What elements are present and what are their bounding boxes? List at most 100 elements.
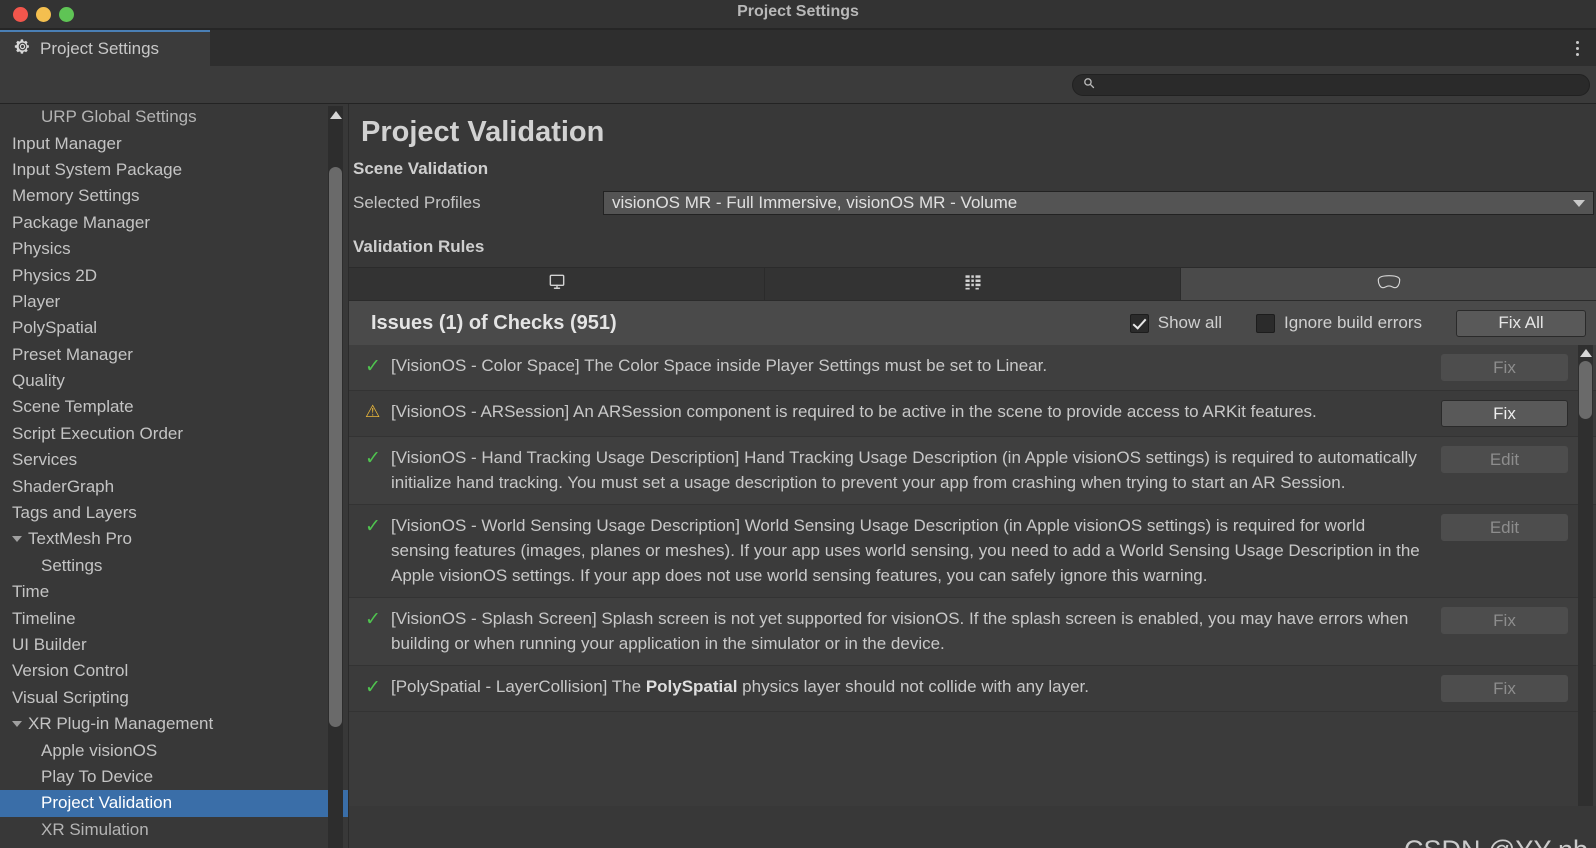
sidebar-item-settings[interactable]: Settings <box>0 553 348 579</box>
sidebar-item-physics[interactable]: Physics <box>0 236 348 262</box>
sidebar-scrollbar[interactable] <box>328 106 343 848</box>
fix-button: Fix <box>1441 675 1568 702</box>
sidebar-item-player[interactable]: Player <box>0 289 348 315</box>
sidebar-item-label: Services <box>12 450 77 470</box>
ignore-build-errors-checkbox[interactable] <box>1256 314 1275 333</box>
sidebar-item-preset-manager[interactable]: Preset Manager <box>0 342 348 368</box>
sidebar-item-services[interactable]: Services <box>0 447 348 473</box>
sidebar-item-label: URP Global Settings <box>12 107 197 127</box>
yellow-warning-triangle-icon: ⚠ <box>365 400 391 422</box>
sidebar-item-scene-template[interactable]: Scene Template <box>0 394 348 420</box>
sidebar-item-label: Package Manager <box>12 213 150 233</box>
tabstrip-filler <box>210 30 1596 66</box>
sidebar-item-label: Script Execution Order <box>12 424 183 444</box>
sidebar-item-project-validation[interactable]: Project Validation <box>0 790 348 816</box>
sidebar-item-script-execution-order[interactable]: Script Execution Order <box>0 421 348 447</box>
sidebar-item-physics-2d[interactable]: Physics 2D <box>0 262 348 288</box>
issue-row[interactable]: ✓[PolySpatial - LayerCollision] The Poly… <box>349 666 1596 712</box>
sidebar-item-label: Settings <box>12 556 102 576</box>
android-build-icon <box>963 272 983 297</box>
sidebar-item-version-control[interactable]: Version Control <box>0 658 348 684</box>
window-title: Project Settings <box>0 3 1596 21</box>
sidebar-item-time[interactable]: Time <box>0 579 348 605</box>
sidebar-item-xr-plug-in-management[interactable]: XR Plug-in Management <box>0 711 348 737</box>
platform-tab-android[interactable] <box>765 268 1181 300</box>
sidebar-item-tags-and-layers[interactable]: Tags and Layers <box>0 500 348 526</box>
sidebar-item-label: Time <box>12 582 49 602</box>
sidebar-item-label: Version Control <box>12 661 128 681</box>
project-validation-panel: Project Validation Scene Validation Sele… <box>348 104 1596 848</box>
platform-tab-standalone[interactable] <box>349 268 765 300</box>
issue-row[interactable]: ✓[VisionOS - Color Space] The Color Spac… <box>349 345 1596 391</box>
search-input[interactable] <box>1101 77 1579 92</box>
fix-button: Fix <box>1441 354 1568 381</box>
issue-row[interactable]: ✓[VisionOS - Splash Screen] Splash scree… <box>349 598 1596 666</box>
monitor-icon <box>547 272 567 297</box>
editor-tabstrip: Project Settings <box>0 28 1596 66</box>
page-title: Project Validation <box>349 104 1596 155</box>
green-check-icon: ✓ <box>365 446 391 471</box>
watermark: CSDN @YY-nb <box>1404 835 1588 848</box>
sidebar-item-label: Timeline <box>12 609 76 629</box>
issue-list-scrollbar[interactable] <box>1578 345 1593 806</box>
issue-action-cell: Fix <box>1441 354 1596 381</box>
sidebar-item-input-manager[interactable]: Input Manager <box>0 130 348 156</box>
tab-project-settings[interactable]: Project Settings <box>0 30 210 66</box>
toolbar-left-spacer <box>0 66 1072 103</box>
show-all-checkbox-group[interactable]: Show all <box>1130 313 1222 333</box>
sidebar-item-label: Player <box>12 292 60 312</box>
sidebar-item-list: URP Global Settings Input Manager Input Sy… <box>0 104 348 843</box>
sidebar-scroll-thumb[interactable] <box>329 167 342 727</box>
sidebar-item-label: Input System Package <box>12 160 182 180</box>
search-field[interactable] <box>1072 74 1590 96</box>
chevron-down-icon[interactable] <box>12 536 22 542</box>
issue-list-scroll-thumb[interactable] <box>1579 361 1592 419</box>
scroll-up-arrow-icon[interactable] <box>1580 349 1592 357</box>
sidebar-item-quality[interactable]: Quality <box>0 368 348 394</box>
show-all-checkbox[interactable] <box>1130 314 1149 333</box>
issue-description: [PolySpatial - LayerCollision] The PolyS… <box>391 675 1441 700</box>
issue-action-cell: Fix <box>1441 400 1596 427</box>
sidebar-item-polyspatial[interactable]: PolySpatial <box>0 315 348 341</box>
fix-button[interactable]: Fix <box>1441 400 1568 427</box>
platform-tab-visionos[interactable] <box>1181 268 1596 300</box>
window-titlebar: Project Settings <box>0 0 1596 28</box>
sidebar-item-memory-settings[interactable]: Memory Settings <box>0 183 348 209</box>
sidebar-item-label: Visual Scripting <box>12 688 129 708</box>
sidebar-item-apple-visionos[interactable]: Apple visionOS <box>0 737 348 763</box>
sidebar-item-urp-global-settings[interactable]: URP Global Settings <box>0 104 348 130</box>
chevron-down-icon[interactable] <box>12 721 22 727</box>
green-check-icon: ✓ <box>365 675 391 700</box>
fix-all-button[interactable]: Fix All <box>1456 310 1586 337</box>
sidebar-item-visual-scripting[interactable]: Visual Scripting <box>0 685 348 711</box>
issue-row[interactable]: ✓[VisionOS - World Sensing Usage Descrip… <box>349 505 1596 598</box>
issue-row[interactable]: ⚠[VisionOS - ARSession] An ARSession com… <box>349 391 1596 437</box>
sidebar-item-textmesh-pro[interactable]: TextMesh Pro <box>0 526 348 552</box>
sidebar-item-label: Memory Settings <box>12 186 140 206</box>
sidebar-item-label: TextMesh Pro <box>28 529 132 549</box>
sidebar-item-label: XR Simulation <box>12 820 149 840</box>
kebab-menu-icon[interactable] <box>1573 37 1582 60</box>
sidebar-item-label: Apple visionOS <box>12 741 157 761</box>
issue-row[interactable]: ✓[VisionOS - Hand Tracking Usage Descrip… <box>349 437 1596 505</box>
selected-profiles-dropdown[interactable]: visionOS MR - Full Immersive, visionOS M… <box>603 191 1594 215</box>
show-all-label: Show all <box>1158 313 1222 333</box>
selected-profiles-value: visionOS MR - Full Immersive, visionOS M… <box>612 193 1017 213</box>
sidebar-item-ui-builder[interactable]: UI Builder <box>0 632 348 658</box>
sidebar-item-xr-simulation[interactable]: XR Simulation <box>0 817 348 843</box>
issue-action-cell: Fix <box>1441 607 1596 634</box>
sidebar-item-timeline[interactable]: Timeline <box>0 605 348 631</box>
sidebar-item-input-system-package[interactable]: Input System Package <box>0 157 348 183</box>
green-check-icon: ✓ <box>365 607 391 632</box>
ignore-build-errors-label: Ignore build errors <box>1284 313 1422 333</box>
scroll-up-arrow-icon[interactable] <box>330 111 342 119</box>
sidebar-scroll-spacer <box>328 727 343 848</box>
sidebar-item-package-manager[interactable]: Package Manager <box>0 210 348 236</box>
vision-pro-headset-icon <box>1376 273 1402 296</box>
ignore-build-errors-checkbox-group[interactable]: Ignore build errors <box>1256 313 1422 333</box>
settings-body: URP Global Settings Input Manager Input Sy… <box>0 104 1596 848</box>
settings-sidebar: URP Global Settings Input Manager Input Sy… <box>0 104 348 848</box>
sidebar-item-label: PolySpatial <box>12 318 97 338</box>
sidebar-item-shadergraph[interactable]: ShaderGraph <box>0 473 348 499</box>
sidebar-item-play-to-device[interactable]: Play To Device <box>0 764 348 790</box>
